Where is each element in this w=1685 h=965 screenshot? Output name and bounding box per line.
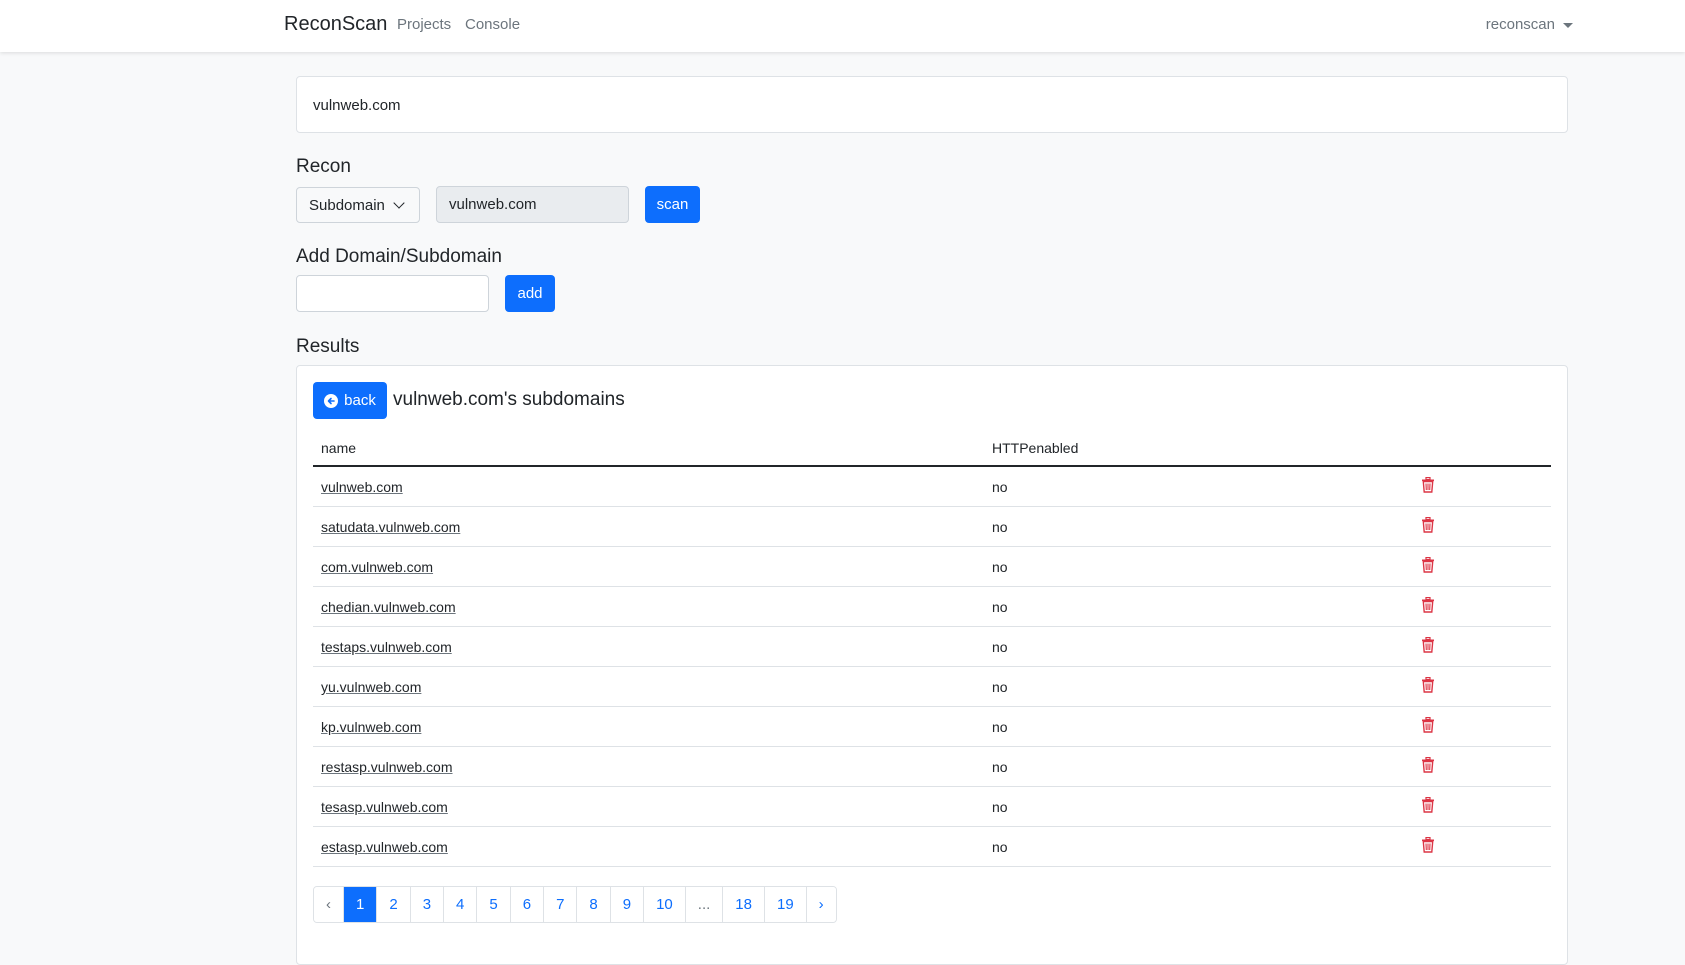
scan-button[interactable]: scan [645,186,700,223]
table-row: yu.vulnweb.com no [313,667,1551,707]
subdomain-link[interactable]: com.vulnweb.com [321,559,433,575]
results-heading: vulnweb.com's subdomains [393,389,625,411]
pagination-ellipsis: ... [686,887,724,922]
caret-down-icon [1563,23,1573,28]
table-row: estasp.vulnweb.com no [313,827,1551,867]
trash-icon[interactable] [1421,557,1435,573]
back-button[interactable]: back [313,382,387,419]
recon-target-input[interactable] [436,186,629,223]
trash-icon[interactable] [1421,797,1435,813]
pagination-page[interactable]: 4 [444,887,477,922]
pagination-page[interactable]: 5 [477,887,510,922]
trash-icon[interactable] [1421,677,1435,693]
pagination-page[interactable]: 10 [644,887,686,922]
arrow-left-circle-icon [324,394,338,408]
recon-title: Recon [296,156,351,178]
trash-icon[interactable] [1421,757,1435,773]
trash-icon[interactable] [1421,517,1435,533]
http-enabled-value: no [992,479,1008,495]
project-name: vulnweb.com [313,97,401,114]
add-domain-input[interactable] [296,275,489,312]
http-enabled-value: no [992,639,1008,655]
table-row: restasp.vulnweb.com no [313,747,1551,787]
table-row: vulnweb.com no [313,467,1551,507]
pagination-prev[interactable]: ‹ [314,887,344,922]
top-navbar: ReconScan Projects Console reconscan [0,0,1685,52]
table-body: vulnweb.comnosatudata.vulnweb.comnocom.v… [313,467,1551,867]
recon-type-select[interactable]: Subdomain [296,187,420,223]
trash-icon[interactable] [1421,597,1435,613]
http-enabled-value: no [992,799,1008,815]
http-enabled-value: no [992,519,1008,535]
table-row: testaps.vulnweb.com no [313,627,1551,667]
pagination: ‹12345678910...1819› [313,886,837,923]
trash-icon[interactable] [1421,477,1435,493]
recon-type-value: Subdomain [309,197,385,214]
nav-link-projects[interactable]: Projects [397,16,451,33]
pagination-page[interactable]: 8 [577,887,610,922]
pagination-page[interactable]: 1 [344,887,377,922]
http-enabled-value: no [992,559,1008,575]
pagination-page[interactable]: 3 [411,887,444,922]
pagination-page[interactable]: 19 [765,887,807,922]
table-row: chedian.vulnweb.com no [313,587,1551,627]
subdomain-link[interactable]: tesasp.vulnweb.com [321,799,448,815]
subdomain-link[interactable]: testaps.vulnweb.com [321,639,452,655]
column-header-name: name [321,440,356,456]
subdomain-link[interactable]: chedian.vulnweb.com [321,599,456,615]
table-row: satudata.vulnweb.com no [313,507,1551,547]
project-name-card: vulnweb.com [296,76,1568,133]
pagination-next[interactable]: › [807,887,836,922]
subdomain-link[interactable]: vulnweb.com [321,479,403,495]
subdomain-link[interactable]: restasp.vulnweb.com [321,759,453,775]
column-header-httpenabled: HTTPenabled [992,440,1078,456]
pagination-page[interactable]: 7 [544,887,577,922]
subdomain-link[interactable]: yu.vulnweb.com [321,679,421,695]
table-row: com.vulnweb.com no [313,547,1551,587]
pagination-page[interactable]: 2 [377,887,410,922]
trash-icon[interactable] [1421,637,1435,653]
brand-logo[interactable]: ReconScan [284,13,387,36]
http-enabled-value: no [992,839,1008,855]
subdomain-link[interactable]: satudata.vulnweb.com [321,519,460,535]
nav-link-console[interactable]: Console [465,16,520,33]
http-enabled-value: no [992,599,1008,615]
add-domain-title: Add Domain/Subdomain [296,246,502,268]
add-button[interactable]: add [505,275,555,312]
trash-icon[interactable] [1421,837,1435,853]
http-enabled-value: no [992,719,1008,735]
table-row: kp.vulnweb.com no [313,707,1551,747]
chevron-down-icon [393,197,404,208]
pagination-page[interactable]: 9 [611,887,644,922]
user-dropdown[interactable]: reconscan [1486,16,1573,33]
http-enabled-value: no [992,679,1008,695]
trash-icon[interactable] [1421,717,1435,733]
pagination-page[interactable]: 6 [511,887,544,922]
results-title: Results [296,336,359,358]
results-card: back vulnweb.com's subdomains name HTTPe… [296,365,1568,965]
user-name: reconscan [1486,16,1555,33]
table-header: name HTTPenabled [313,432,1551,467]
subdomain-link[interactable]: estasp.vulnweb.com [321,839,448,855]
http-enabled-value: no [992,759,1008,775]
subdomain-link[interactable]: kp.vulnweb.com [321,719,421,735]
table-row: tesasp.vulnweb.com no [313,787,1551,827]
back-label: back [344,392,376,409]
pagination-page[interactable]: 18 [723,887,765,922]
